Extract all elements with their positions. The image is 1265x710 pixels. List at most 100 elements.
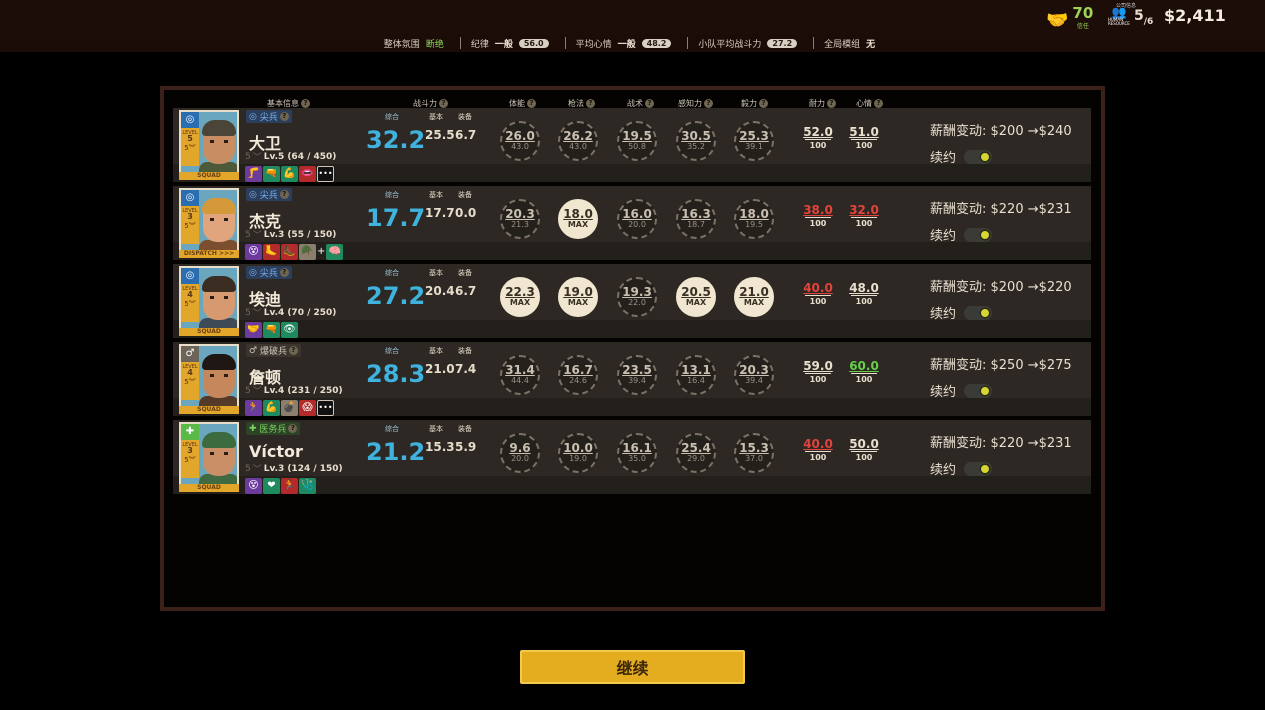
attribute-gauge[interactable]: 25.3 39.1 bbox=[734, 121, 774, 161]
attribute-gauge[interactable]: 15.3 37.0 bbox=[734, 433, 774, 473]
skill-icon[interactable]: 🔫 bbox=[263, 165, 280, 182]
attribute-gauge[interactable]: 19.3 22.0 bbox=[617, 277, 657, 317]
mood-value[interactable]: 32.0 100 bbox=[848, 204, 880, 229]
attribute-gauge[interactable]: 13.1 16.4 bbox=[676, 355, 716, 395]
soldier-portrait[interactable]: ◎ LEVEL 3 5︾ DISPATCH >>> bbox=[177, 186, 240, 260]
attribute-gauge[interactable]: 22.3 MAX bbox=[500, 277, 540, 317]
skill-icon[interactable]: 🦶 bbox=[263, 243, 280, 260]
mood-value[interactable]: 50.0 100 bbox=[848, 438, 880, 463]
salary-change: 薪酬变动: $220 →$231 bbox=[930, 202, 1072, 217]
skill-icon[interactable]: 🔫 bbox=[263, 321, 280, 338]
more-skills-button[interactable]: ••• bbox=[317, 399, 334, 416]
attribute-gauge[interactable]: 16.1 35.0 bbox=[617, 433, 657, 473]
skill-icon[interactable]: 🩺 bbox=[299, 477, 316, 494]
medic-cross-icon: ✚ bbox=[181, 424, 199, 440]
renew-toggle[interactable] bbox=[964, 383, 993, 398]
combat-gear: 6.7 bbox=[455, 128, 477, 142]
continue-button[interactable]: 继续 bbox=[520, 650, 745, 684]
attribute-gauge[interactable]: 19.5 50.8 bbox=[617, 121, 657, 161]
mood-value[interactable]: 51.0 100 bbox=[848, 126, 880, 151]
class-badge[interactable]: ◎ 尖兵 ? bbox=[246, 110, 292, 123]
skill-icon[interactable]: 👄 bbox=[299, 165, 316, 182]
level-flag: ♂ LEVEL 4 5︾ bbox=[181, 346, 199, 400]
renew-toggle[interactable] bbox=[964, 305, 993, 320]
attribute-gauge[interactable]: 16.0 20.0 bbox=[617, 199, 657, 239]
attribute-gauge[interactable]: 16.7 24.6 bbox=[558, 355, 598, 395]
skill-icon[interactable]: 😵 bbox=[245, 477, 262, 494]
status-mood[interactable]: 平均心情 一般 48.2 bbox=[566, 37, 689, 50]
attribute-gauge[interactable]: 10.0 19.0 bbox=[558, 433, 598, 473]
skill-icon[interactable]: 🏃 bbox=[245, 399, 262, 416]
attribute-gauge[interactable]: 30.5 35.2 bbox=[676, 121, 716, 161]
attribute-gauge[interactable]: 16.3 18.7 bbox=[676, 199, 716, 239]
trust-indicator[interactable]: 🤝 70 信任 bbox=[1046, 6, 1093, 34]
attribute-gauge[interactable]: 20.3 21.3 bbox=[500, 199, 540, 239]
salary-change: 薪酬变动: $200 →$220 bbox=[930, 280, 1072, 295]
rank-chevron-icon: 5︾ bbox=[184, 144, 196, 152]
soldier-portrait[interactable]: ♂ LEVEL 4 5︾ SQUAD bbox=[177, 342, 240, 416]
skill-icon[interactable]: 😵 bbox=[245, 243, 262, 260]
skill-icon[interactable]: 😱 bbox=[299, 399, 316, 416]
soldier-row[interactable]: ♂ LEVEL 4 5︾ SQUAD ♂ 爆破兵 ? 詹顿 5 ﹀ Lv.4 (2… bbox=[173, 342, 1091, 416]
status-atmosphere[interactable]: 整体氛围 断绝 bbox=[374, 37, 461, 50]
status-tag: SQUAD bbox=[179, 484, 239, 492]
combat-gear: 0.0 bbox=[455, 206, 477, 220]
combat-gear-tag: 装备 bbox=[458, 269, 472, 277]
skill-icon[interactable]: 💣 bbox=[281, 399, 298, 416]
skill-icon[interactable]: 🏃 bbox=[281, 477, 298, 494]
chevron-down-icon: ﹀ bbox=[252, 465, 262, 475]
human-resource-indicator[interactable]: 公司信息 👥 HUMAN RESOURCE 5/6 bbox=[1108, 3, 1153, 28]
attribute-gauge[interactable]: 21.0 MAX bbox=[734, 277, 774, 317]
soldier-row[interactable]: ◎ LEVEL 4 5︾ SQUAD ◎ 尖兵 ? 埃迪 5 ﹀ Lv.4 (70… bbox=[173, 264, 1091, 338]
stamina-value[interactable]: 40.0 100 bbox=[802, 438, 834, 463]
combat-gear: 6.7 bbox=[455, 284, 477, 298]
attribute-gauge[interactable]: 9.6 20.0 bbox=[500, 433, 540, 473]
renew-toggle[interactable] bbox=[964, 149, 993, 164]
soldier-portrait[interactable]: ✚ LEVEL 3 5︾ SQUAD bbox=[177, 420, 240, 494]
attribute-gauge[interactable]: 20.3 39.4 bbox=[734, 355, 774, 395]
skill-icon[interactable]: 🤝 bbox=[245, 321, 262, 338]
status-squad-power[interactable]: 小队平均战斗力 27.2 bbox=[688, 37, 815, 50]
renew-contract: 续约 bbox=[930, 147, 993, 166]
attribute-gauge[interactable]: 19.0 MAX bbox=[558, 277, 598, 317]
skill-icon[interactable]: 👁 bbox=[281, 321, 298, 338]
soldier-row[interactable]: ◎ LEVEL 5 5︾ SQUAD ◎ 尖兵 ? 大卫 5 ﹀ Lv.5 (64… bbox=[173, 108, 1091, 182]
skill-icon[interactable]: 🪖 bbox=[299, 243, 316, 260]
attribute-gauge[interactable]: 31.4 44.4 bbox=[500, 355, 540, 395]
class-badge[interactable]: ◎ 尖兵 ? bbox=[246, 266, 292, 279]
skill-icon[interactable]: 🧠 bbox=[326, 243, 344, 260]
more-skills-button[interactable]: ••• bbox=[317, 165, 334, 182]
skill-icon[interactable]: 💪 bbox=[281, 165, 298, 182]
class-badge[interactable]: ♂ 爆破兵 ? bbox=[246, 344, 301, 357]
status-module[interactable]: 全局模组无 bbox=[814, 37, 891, 50]
attribute-gauge[interactable]: 23.5 39.4 bbox=[617, 355, 657, 395]
soldier-row[interactable]: ✚ LEVEL 3 5︾ SQUAD ✚ 医务兵 ? Víctor 5 ﹀ Lv.… bbox=[173, 420, 1091, 494]
attribute-gauge[interactable]: 20.5 MAX bbox=[676, 277, 716, 317]
soldier-row[interactable]: ◎ LEVEL 3 5︾ DISPATCH >>> ◎ 尖兵 ? 杰克 5 ﹀ L… bbox=[173, 186, 1091, 260]
attribute-gauge[interactable]: 18.0 19.5 bbox=[734, 199, 774, 239]
soldier-portrait[interactable]: ◎ LEVEL 5 5︾ SQUAD bbox=[177, 108, 240, 182]
stamina-value[interactable]: 38.0 100 bbox=[802, 204, 834, 229]
attribute-gauge[interactable]: 26.0 43.0 bbox=[500, 121, 540, 161]
class-badge[interactable]: ◎ 尖兵 ? bbox=[246, 188, 292, 201]
chevron-down-icon: ﹀ bbox=[252, 309, 262, 319]
soldier-portrait[interactable]: ◎ LEVEL 4 5︾ SQUAD bbox=[177, 264, 240, 338]
attribute-gauge[interactable]: 26.2 43.0 bbox=[558, 121, 598, 161]
stamina-value[interactable]: 52.0 100 bbox=[802, 126, 834, 151]
skill-icon[interactable]: 🥾 bbox=[281, 243, 298, 260]
skill-icon[interactable]: 💪 bbox=[263, 399, 280, 416]
stamina-value[interactable]: 40.0 100 bbox=[802, 282, 834, 307]
attribute-gauge[interactable]: 25.4 29.0 bbox=[676, 433, 716, 473]
help-icon: ? bbox=[704, 99, 713, 108]
skill-icon[interactable]: 🦵 bbox=[245, 165, 262, 182]
mood-value[interactable]: 48.0 100 bbox=[848, 282, 880, 307]
attribute-gauge[interactable]: 18.0 MAX bbox=[558, 199, 598, 239]
stamina-value[interactable]: 59.0 100 bbox=[802, 360, 834, 385]
renew-toggle[interactable] bbox=[964, 227, 993, 242]
skill-icon[interactable]: ❤ bbox=[263, 477, 280, 494]
renew-toggle[interactable] bbox=[964, 461, 993, 476]
class-badge[interactable]: ✚ 医务兵 ? bbox=[246, 422, 301, 435]
status-discipline[interactable]: 纪律 一般 56.0 bbox=[461, 37, 566, 50]
mood-value[interactable]: 60.0 100 bbox=[848, 360, 880, 385]
renew-contract: 续约 bbox=[930, 303, 993, 322]
